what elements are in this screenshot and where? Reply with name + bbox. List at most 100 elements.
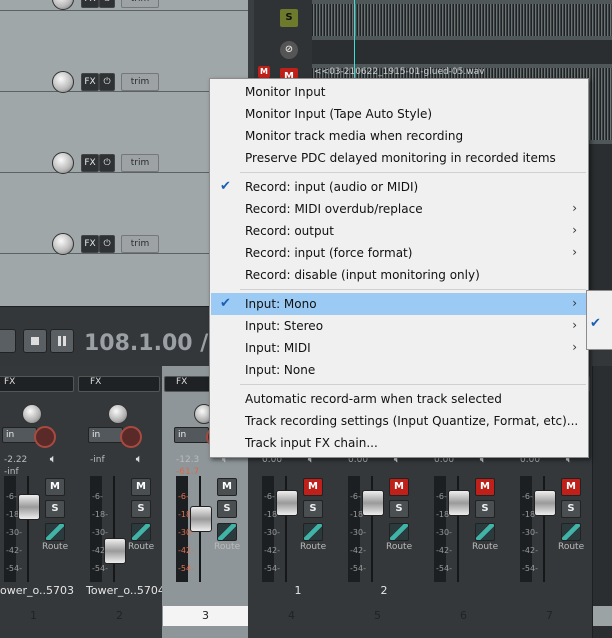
phase-icon[interactable] [561,523,581,541]
phase-icon[interactable] [475,523,495,541]
phase-icon[interactable] [45,523,65,541]
trim-button[interactable]: trim [121,235,159,253]
trim-button[interactable]: trim [121,154,159,172]
phase-icon[interactable] [131,523,151,541]
mute-button[interactable]: M [45,478,65,496]
menu-item[interactable]: ✔ Record: input (audio or MIDI) [211,176,587,198]
volume-fader[interactable] [18,494,40,520]
solo-button[interactable]: S [280,9,298,27]
media-item[interactable] [312,0,612,40]
phase-icon[interactable] [303,523,323,541]
mute-button[interactable]: M [389,478,409,496]
track-name[interactable]: Tower_o..5704 [86,584,166,597]
menu-item[interactable]: Monitor Input [211,81,587,103]
pause-button[interactable] [50,329,74,353]
mute-button[interactable]: M [303,478,323,496]
track-row[interactable]: FX ⏻ trim [0,0,248,11]
fx-button[interactable]: FX [81,154,99,172]
menu-item[interactable]: Automatic record-arm when track selected [211,388,587,410]
speaker-icon[interactable]: 🔈︎ [130,452,148,468]
volume-fader[interactable] [448,490,470,516]
volume-knob[interactable] [52,71,74,93]
volume-knob[interactable] [52,0,74,10]
solo-button[interactable]: S [131,500,151,518]
input-select[interactable]: in [174,427,209,443]
fx-button[interactable]: FX [81,0,99,8]
power-icon[interactable]: ⏻ [99,73,115,91]
power-icon[interactable]: ⏻ [99,154,115,172]
volume-fader[interactable] [104,538,126,564]
power-icon[interactable]: ⏻ [99,0,115,8]
pan-knob[interactable] [22,404,42,424]
mixer-strip[interactable]: FX in -inf -6- -18- -30- -42- -54- 🔈︎ M S Route [76,366,163,638]
menu-item[interactable]: Track input FX chain... [211,432,587,454]
menu-item[interactable]: Input: MIDI › [211,337,587,359]
menu-item[interactable]: Record: disable (input monitoring only) [211,264,587,286]
volume-fader[interactable] [362,490,384,516]
fx-button[interactable]: FX [81,235,99,253]
route-button[interactable]: Route [42,542,68,552]
menu-item[interactable]: Record: MIDI overdub/replace › [211,198,587,220]
track-number[interactable]: 3 [163,606,248,626]
chevron-right-icon: › [572,340,577,354]
track-name[interactable]: 1 [258,584,338,597]
solo-button[interactable]: S [389,500,409,518]
stop-button[interactable] [23,329,47,353]
route-button[interactable]: Route [128,542,154,552]
track-number[interactable]: 7 [507,606,592,626]
mute-button[interactable]: M [131,478,151,496]
record-arm-button[interactable] [34,426,56,448]
menu-item[interactable]: Input: None [211,359,587,381]
track-number[interactable]: 1 [0,606,76,626]
menu-item[interactable]: Monitor Input (Tape Auto Style) [211,103,587,125]
mixer-strip[interactable]: FX in -2.22 -inf -6- -18- -30- -42- -54- 🔈︎ M S Rout… [0,366,77,638]
menu-item[interactable]: Preserve PDC delayed monitoring in recor… [211,147,587,169]
phase-icon[interactable]: ⊘ [280,41,298,59]
power-icon[interactable]: ⏻ [99,235,115,253]
input-select[interactable]: in [2,427,37,443]
track-number[interactable]: 2 [77,606,162,626]
track-number[interactable]: 5 [335,606,420,626]
fx-button[interactable]: FX [81,73,99,91]
mute-button[interactable]: M [217,478,237,496]
trim-button[interactable]: trim [121,73,159,91]
meter-scale-label: -6- [92,492,103,501]
solo-button[interactable]: S [45,500,65,518]
track-name[interactable]: ower_o..5703 [0,584,80,597]
volume-fader[interactable] [534,490,556,516]
record-arm-button[interactable] [120,426,142,448]
volume-knob[interactable] [52,233,74,255]
menu-item[interactable]: Record: output › [211,220,587,242]
trim-button[interactable]: trim [121,0,159,8]
route-button[interactable]: Route [472,542,498,552]
phase-icon[interactable] [389,523,409,541]
solo-button[interactable]: S [475,500,495,518]
route-button[interactable]: Route [300,542,326,552]
route-button[interactable]: Route [214,542,240,552]
volume-fader[interactable] [190,506,212,532]
pan-knob[interactable] [108,404,128,424]
speaker-icon[interactable]: 🔈︎ [44,452,62,468]
input-select[interactable]: in [88,427,123,443]
mute-button[interactable]: M [475,478,495,496]
track-number[interactable]: 4 [249,606,334,626]
solo-button[interactable]: S [561,500,581,518]
track-number[interactable]: 6 [421,606,506,626]
menu-item[interactable]: ✔ Input: Mono › [211,293,587,315]
route-button[interactable]: Route [558,542,584,552]
loop-icon[interactable] [0,329,16,353]
solo-button[interactable]: S [217,500,237,518]
route-button[interactable]: Route [386,542,412,552]
menu-item[interactable]: Record: input (force format) › [211,242,587,264]
menu-item[interactable]: Input: Stereo › [211,315,587,337]
menu-item-label: Input: Stereo [245,319,324,333]
volume-fader[interactable] [276,490,298,516]
track-name[interactable]: 2 [344,584,424,597]
menu-item[interactable]: Track recording settings (Input Quantize… [211,410,587,432]
menu-item[interactable]: Monitor track media when recording [211,125,587,147]
phase-icon[interactable] [217,523,237,541]
volume-knob[interactable] [52,152,74,174]
fader-track [27,476,29,582]
solo-button[interactable]: S [303,500,323,518]
mute-button[interactable]: M [561,478,581,496]
